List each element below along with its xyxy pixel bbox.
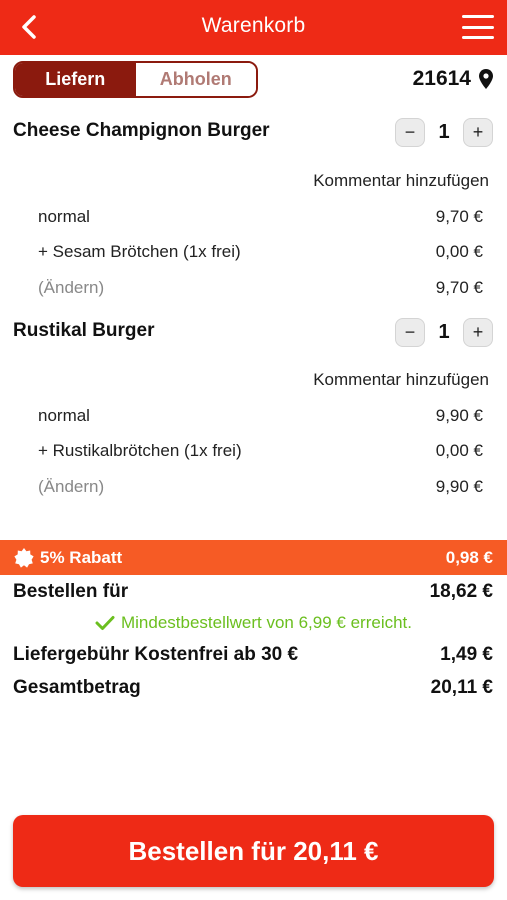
app-header: Warenkorb bbox=[0, 0, 507, 55]
minus-icon: − bbox=[404, 322, 416, 342]
item-line: normal 9,90 € bbox=[38, 406, 483, 426]
min-order-status: Mindestbestellwert von 6,99 € erreicht. bbox=[0, 613, 507, 633]
min-order-message: Mindestbestellwert von 6,99 € erreicht. bbox=[120, 613, 413, 632]
item-line-price: 9,70 € bbox=[435, 207, 483, 226]
deliver-option[interactable]: Liefern bbox=[15, 63, 136, 96]
checkmark-icon bbox=[95, 616, 115, 630]
discount-bar: 5% Rabatt 0,98 € bbox=[0, 540, 507, 575]
item-line: + Rustikalbrötchen (1x frei) 0,00 € bbox=[38, 441, 483, 461]
total-label: Gesamtbetrag bbox=[13, 677, 141, 698]
quantity-stepper: − 1 + bbox=[395, 318, 493, 347]
item-line: (Ändern) 9,70 € bbox=[38, 278, 483, 298]
minus-icon: − bbox=[404, 122, 416, 142]
delivery-zip[interactable]: 21614 bbox=[413, 64, 493, 94]
decrease-quantity-button[interactable]: − bbox=[395, 118, 425, 147]
hamburger-icon-bar bbox=[462, 36, 494, 39]
plus-icon: + bbox=[472, 122, 484, 142]
item-line: (Ändern) 9,90 € bbox=[38, 477, 483, 497]
total-value: 20,11 € bbox=[430, 677, 493, 698]
discount-badge-icon bbox=[14, 547, 34, 568]
subtotal-label: Bestellen für bbox=[13, 581, 129, 602]
item-line-price: 9,90 € bbox=[435, 477, 483, 496]
item-line-price: 0,00 € bbox=[435, 441, 483, 460]
total-row: Gesamtbetrag 20,11 € bbox=[13, 677, 493, 699]
item-line: normal 9,70 € bbox=[38, 207, 483, 227]
delivery-fee-row: Liefergebühr Kostenfrei ab 30 € 1,49 € bbox=[13, 644, 493, 666]
item-line-label: + Rustikalbrötchen (1x frei) bbox=[38, 441, 242, 460]
delivery-fee-value: 1,49 € bbox=[440, 644, 493, 665]
plus-icon: + bbox=[472, 322, 484, 342]
increase-quantity-button[interactable]: + bbox=[463, 318, 493, 347]
delivery-mode-toggle: Liefern Abholen bbox=[13, 61, 258, 98]
item-line-price: 0,00 € bbox=[435, 242, 483, 261]
change-item-link[interactable]: (Ändern) bbox=[38, 477, 104, 497]
add-comment-link[interactable]: Kommentar hinzufügen bbox=[313, 370, 489, 390]
decrease-quantity-button[interactable]: − bbox=[395, 318, 425, 347]
delivery-fee-label: Liefergebühr Kostenfrei ab 30 € bbox=[13, 644, 299, 665]
menu-button[interactable] bbox=[461, 12, 495, 42]
change-item-link[interactable]: (Ändern) bbox=[38, 278, 104, 298]
quantity-value: 1 bbox=[438, 321, 450, 343]
zip-code: 21614 bbox=[412, 67, 471, 90]
item-line-price: 9,90 € bbox=[435, 406, 483, 425]
increase-quantity-button[interactable]: + bbox=[463, 118, 493, 147]
location-pin-icon bbox=[479, 69, 493, 89]
subtotal-row: Bestellen für 18,62 € bbox=[13, 581, 493, 603]
subtotal-value: 18,62 € bbox=[429, 581, 493, 602]
hamburger-icon-bar bbox=[462, 25, 494, 29]
pickup-option[interactable]: Abholen bbox=[135, 63, 256, 96]
item-line-price: 9,70 € bbox=[435, 278, 483, 297]
place-order-button[interactable]: Bestellen für 20,11 € bbox=[13, 815, 494, 887]
item-line-label: normal bbox=[38, 406, 90, 425]
page-title: Warenkorb bbox=[201, 14, 306, 37]
item-line: + Sesam Brötchen (1x frei) 0,00 € bbox=[38, 242, 483, 262]
hamburger-icon-bar bbox=[462, 15, 494, 18]
quantity-value: 1 bbox=[438, 121, 450, 143]
discount-label: 5% Rabatt bbox=[40, 547, 123, 567]
quantity-stepper: − 1 + bbox=[395, 118, 493, 147]
cart-item-name: Cheese Champignon Burger bbox=[13, 120, 270, 141]
item-line-label: + Sesam Brötchen (1x frei) bbox=[38, 242, 241, 261]
add-comment-link[interactable]: Kommentar hinzufügen bbox=[313, 171, 489, 191]
cart-item-name: Rustikal Burger bbox=[13, 320, 155, 341]
item-line-label: normal bbox=[38, 207, 90, 226]
discount-amount: 0,98 € bbox=[445, 547, 493, 567]
